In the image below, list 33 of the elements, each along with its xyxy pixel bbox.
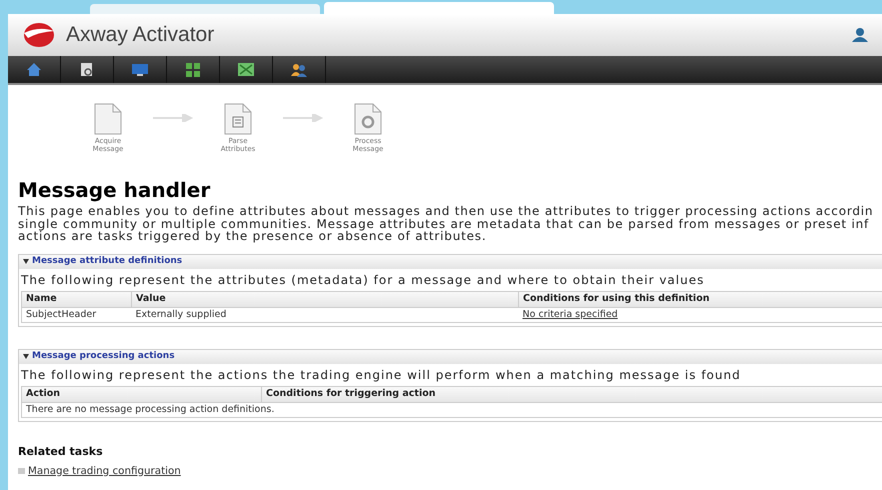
column-header: Conditions for triggering action: [262, 386, 882, 402]
home-icon: [25, 61, 43, 78]
empty-message: There are no message processing action definitions.: [22, 402, 882, 418]
user-icon[interactable]: [852, 28, 868, 42]
column-header: Name: [22, 291, 132, 307]
triangle-icon: [23, 259, 29, 264]
list-document-icon: [224, 103, 252, 135]
page-description: This page enables you to define attributes about messages and then use the attributes to trigger processing actions accordin single community or multiple communities. Message attributes are metadata that can be parsed from messages or preset inf actions are tasks triggered by the presence or absence of attributes.: [18, 205, 874, 242]
related-tasks-heading: Related tasks: [18, 444, 104, 460]
section-description: The following represent the attributes (metadata) for a message and where to obtain their values: [20, 272, 706, 288]
app-title: Axway Activator: [66, 22, 214, 48]
column-header: Value: [132, 291, 518, 307]
grid-icon: [184, 61, 202, 78]
triangle-icon: [23, 354, 29, 360]
map-icon: [237, 61, 255, 78]
arrow-icon: [283, 114, 323, 122]
criteria-link[interactable]: No criteria specified: [522, 308, 618, 320]
logo-icon: [22, 22, 56, 48]
monitor-icon: [131, 61, 149, 78]
table-cell: SubjectHeader: [22, 307, 132, 322]
column-header: Conditions for using this definition: [518, 291, 882, 307]
table-cell: Externally supplied: [132, 307, 518, 322]
page-heading: Message handler: [18, 178, 212, 202]
column-header: Action: [22, 386, 262, 402]
section-header[interactable]: Message attribute definitions: [19, 254, 882, 268]
task-icon: [18, 468, 25, 474]
section-description: The following represent the actions the trading engine will perform when a matching message is found: [20, 366, 742, 384]
section-header[interactable]: Message processing actions: [19, 350, 882, 364]
task-link[interactable]: Manage trading configuration: [28, 464, 181, 479]
document-icon: [94, 103, 122, 135]
users-icon: [290, 61, 308, 78]
gear-document-icon: [354, 103, 382, 135]
arrow-icon: [153, 114, 193, 122]
